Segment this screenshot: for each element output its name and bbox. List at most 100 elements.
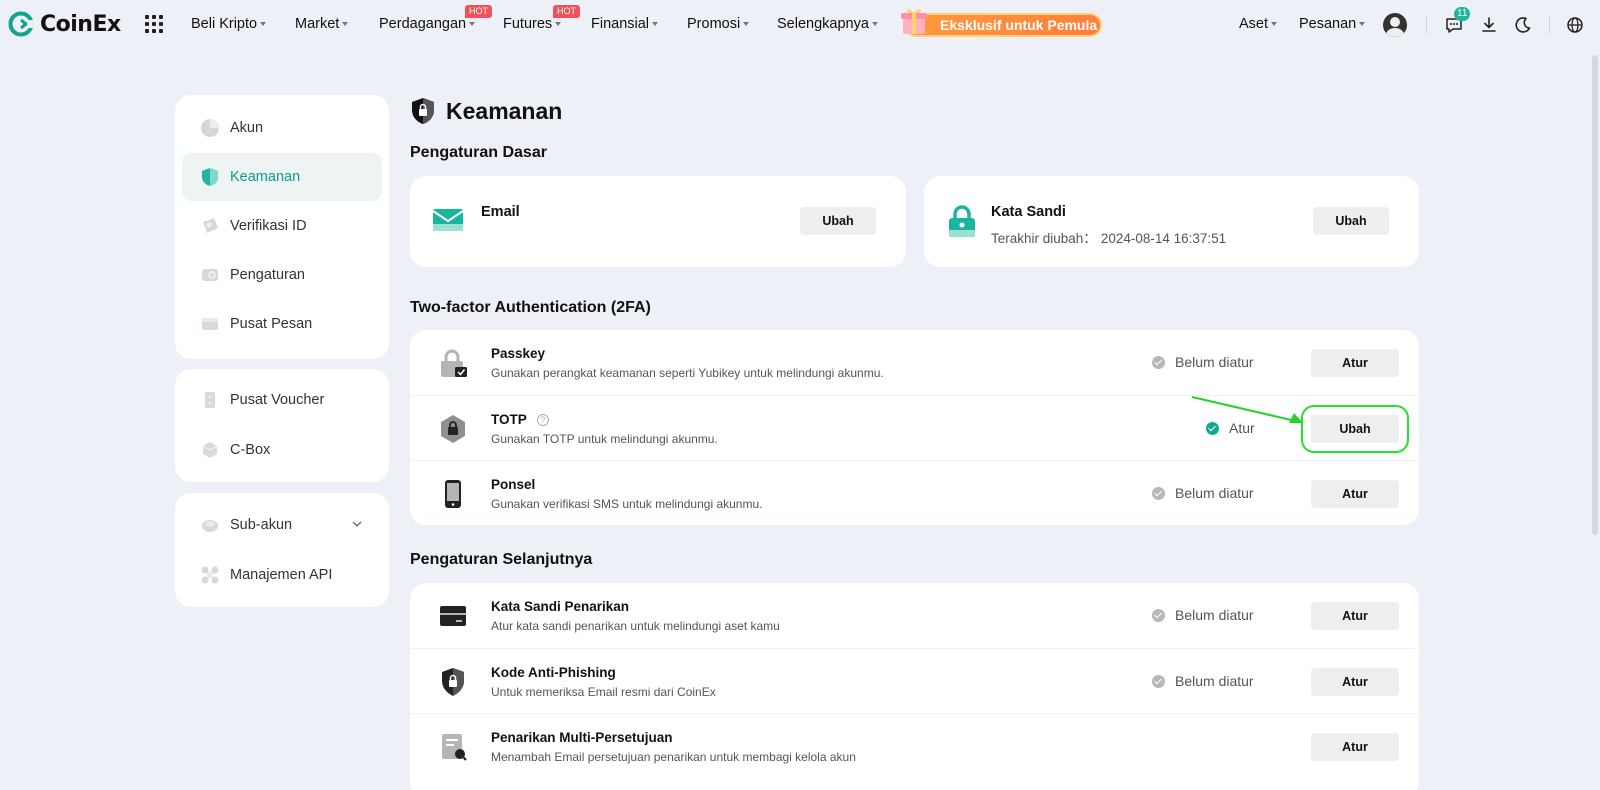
lock-icon: [949, 205, 975, 237]
check-circle-icon: [1152, 608, 1165, 622]
row-title: TOTP?: [491, 412, 549, 427]
top-navbar: CoinEx Beli Kripto Market Perdagangan HOT…: [0, 0, 1600, 50]
row-title: Ponsel: [491, 477, 536, 492]
nav-aset[interactable]: Aset: [1239, 16, 1278, 32]
caret-down-icon: [1271, 22, 1278, 26]
sidebar-group-advanced: Sub-akun Manajemen API: [175, 493, 389, 607]
sidebar-item-pusat-pesan[interactable]: Pusat Pesan: [182, 300, 382, 348]
nav-selengkapnya[interactable]: Selengkapnya: [777, 16, 878, 32]
nav-promosi[interactable]: Promosi: [687, 16, 750, 32]
sub-account-icon: [202, 520, 218, 532]
caret-down-icon: [342, 22, 349, 26]
chevron-down-icon[interactable]: [352, 519, 362, 529]
shield-lock-icon: [412, 98, 434, 124]
dark-mode-icon[interactable]: [1513, 15, 1533, 35]
row-title: Passkey: [491, 346, 546, 361]
email-change-button[interactable]: Ubah: [800, 207, 876, 235]
help-icon[interactable]: ?: [536, 413, 549, 426]
password-change-button[interactable]: Ubah: [1313, 207, 1389, 235]
nav-beli-kripto[interactable]: Beli Kripto: [191, 16, 267, 32]
row-desc: Untuk memeriksa Email resmi dari CoinEx: [491, 685, 716, 699]
withdraw-password-set-button[interactable]: Atur: [1311, 602, 1399, 630]
row-title: Penarikan Multi-Persetujuan: [491, 730, 673, 745]
coinex-logo-icon: [8, 11, 34, 37]
caret-down-icon: [260, 22, 267, 26]
sidebar-item-akun[interactable]: Akun: [182, 104, 382, 152]
email-icon: [432, 209, 464, 231]
advanced-row-multi-approval: Penarikan Multi-Persetujuan Menambah Ema…: [410, 713, 1419, 778]
totp-change-button[interactable]: Ubah: [1301, 405, 1409, 453]
multi-approval-doc-icon: [442, 734, 467, 761]
nav-perdagangan[interactable]: Perdagangan HOT: [379, 5, 492, 32]
nav-pesanan[interactable]: Pesanan: [1299, 16, 1366, 32]
anti-phishing-set-button[interactable]: Atur: [1311, 668, 1399, 696]
caret-down-icon: [871, 22, 878, 26]
nav-futures[interactable]: Futures HOT: [503, 5, 580, 32]
nav-finansial[interactable]: Finansial: [591, 16, 659, 32]
row-desc: Gunakan perangkat keamanan seperti Yubik…: [491, 366, 884, 380]
sidebar-item-label: Sub-akun: [230, 517, 293, 533]
sidebar-item-label: Pusat Voucher: [230, 392, 325, 408]
caret-down-icon: [555, 22, 562, 26]
sidebar-item-label: Pusat Pesan: [230, 316, 313, 332]
nav-market[interactable]: Market: [295, 16, 349, 32]
passkey-set-button[interactable]: Atur: [1311, 349, 1399, 377]
download-icon[interactable]: [1479, 15, 1499, 35]
advanced-row-withdraw-password: Kata Sandi Penarikan Atur kata sandi pen…: [410, 583, 1419, 648]
sidebar-item-verifikasi-id[interactable]: Verifikasi ID: [182, 202, 382, 250]
globe-icon[interactable]: [1565, 15, 1585, 35]
shield-icon: [202, 168, 218, 186]
status-not-set: Belum diatur: [1152, 607, 1254, 623]
sidebar-item-c-box[interactable]: C-Box: [182, 426, 382, 474]
coinex-logo[interactable]: CoinEx: [8, 11, 121, 37]
settings-icon: [202, 269, 218, 281]
phone-icon: [445, 480, 461, 508]
sidebar-group-account: Akun Keamanan Verifikasi ID Pengaturan P…: [175, 95, 389, 359]
password-last-changed: Terakhir diubah： 2024-08-14 16:37:51: [991, 227, 1226, 247]
row-title: Kode Anti-Phishing: [491, 665, 616, 680]
avatar[interactable]: [1383, 13, 1407, 37]
api-icon: [201, 566, 219, 584]
hot-badge: HOT: [553, 5, 580, 18]
multi-approval-set-button[interactable]: Atur: [1311, 733, 1399, 761]
message-count-badge: 11: [1454, 7, 1471, 21]
phone-set-button[interactable]: Atur: [1311, 480, 1399, 508]
sidebar-item-label: Keamanan: [230, 169, 301, 185]
message-center-icon: [202, 318, 218, 330]
row-title: Kata Sandi Penarikan: [491, 599, 630, 614]
check-circle-icon: [1152, 486, 1165, 500]
user-icon: [201, 119, 219, 137]
id-card-icon: [203, 218, 218, 233]
card-password-icon: [440, 606, 466, 626]
status-text: Belum diatur: [1175, 607, 1254, 623]
status-text: Belum diatur: [1175, 673, 1254, 689]
annotation-arrow: [1191, 396, 1303, 423]
status-text: Belum diatur: [1175, 354, 1254, 370]
apps-grid-icon[interactable]: [145, 15, 163, 33]
sidebar-item-manajemen-api[interactable]: Manajemen API: [182, 551, 382, 599]
divider: [1549, 16, 1550, 34]
twofa-row-passkey: Passkey Gunakan perangkat keamanan seper…: [410, 330, 1419, 395]
sidebar-item-keamanan[interactable]: Keamanan: [182, 153, 382, 201]
caret-down-icon: [469, 22, 476, 26]
row-desc: Gunakan TOTP untuk melindungi akunmu.: [491, 432, 718, 446]
section-title-basic: Pengaturan Dasar: [410, 144, 547, 161]
totp-hexagon-lock-icon: [441, 415, 465, 443]
email-label: Email: [481, 204, 520, 220]
sidebar-item-sub-akun[interactable]: Sub-akun: [182, 501, 382, 549]
sidebar-group-rewards: Pusat Voucher C-Box: [175, 369, 389, 482]
sidebar-item-pengaturan[interactable]: Pengaturan: [182, 251, 382, 299]
page-title: Keamanan: [410, 97, 562, 125]
check-circle-icon: [1152, 355, 1165, 369]
page-scrollbar[interactable]: [1592, 55, 1598, 535]
caret-down-icon: [1359, 22, 1366, 26]
hot-badge: HOT: [465, 5, 492, 18]
row-desc: Atur kata sandi penarikan untuk melindun…: [491, 619, 780, 633]
gift-icon: [901, 9, 927, 34]
page-title-text: Keamanan: [446, 97, 563, 124]
sidebar-item-label: Verifikasi ID: [230, 218, 307, 234]
advanced-row-anti-phishing: Kode Anti-Phishing Untuk memeriksa Email…: [410, 648, 1419, 713]
promo-newbie-button[interactable]: Eksklusif untuk Pemula: [904, 13, 1102, 37]
sidebar-item-pusat-voucher[interactable]: Pusat Voucher: [182, 376, 382, 424]
section-title-2fa: Two-factor Authentication (2FA): [410, 299, 651, 316]
